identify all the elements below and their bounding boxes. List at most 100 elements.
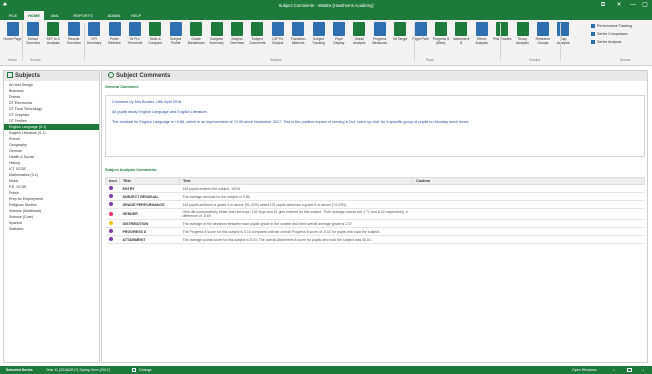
ribbon-button-23[interactable]: Ethnic Analysis bbox=[472, 22, 491, 56]
row-custom[interactable] bbox=[412, 200, 645, 209]
row-custom[interactable] bbox=[412, 227, 645, 236]
subjects-list-icon bbox=[7, 72, 13, 78]
general-comment-line: All pupils study English Language and En… bbox=[112, 110, 208, 114]
row-text: Girls did comparatively better than the … bbox=[179, 208, 413, 220]
subject-comments-header: Subject Comments bbox=[102, 71, 647, 81]
column-header-title[interactable]: Title bbox=[119, 177, 180, 185]
forward-arrow-icon[interactable]: → bbox=[640, 366, 645, 374]
group-label-pupil: Pupil bbox=[426, 58, 434, 62]
row-text: 149 pupils achieved a grade 4 or above (… bbox=[179, 200, 413, 209]
ribbon-button-label: Probe Release bbox=[108, 37, 121, 45]
close-window-button[interactable]: ✕ bbox=[612, 1, 626, 10]
row-custom[interactable] bbox=[412, 219, 645, 228]
subject-comments-panel: Subject Comments General Comment: Commen… bbox=[101, 70, 648, 363]
window-switch-icon[interactable] bbox=[627, 368, 632, 372]
ribbon-button-6[interactable]: Bi Pro Threshold bbox=[125, 22, 144, 56]
table-row[interactable]: ATTAINMENT The average points score for t… bbox=[105, 235, 645, 244]
ribbon-button-3[interactable]: Results Overview bbox=[64, 22, 83, 56]
ribbon-button-5[interactable]: Probe Release bbox=[105, 22, 124, 56]
ribbon-button-label: LSP Ex Subject bbox=[272, 37, 284, 45]
ribbon-button-icon bbox=[6, 22, 19, 36]
ribbon-button-18[interactable]: Progress Measures bbox=[370, 22, 389, 56]
tab-aml[interactable]: AML bbox=[48, 11, 62, 20]
ribbon-button-label: Results Overview bbox=[66, 37, 81, 45]
row-title: ATTAINMENT bbox=[119, 235, 180, 244]
back-arrow-icon[interactable]: ← bbox=[612, 366, 617, 374]
subject-list-item[interactable]: Statistics bbox=[4, 226, 99, 232]
analysis-comments-table: Icon Title Text Custom ENTRY 163 pupils e… bbox=[105, 177, 645, 244]
tab-admin[interactable]: ADMIN bbox=[104, 11, 124, 20]
ribbon-button-21[interactable]: Progress 8 (Beta) bbox=[431, 22, 450, 56]
ribbon-button-1[interactable]: School Overview bbox=[23, 22, 42, 56]
row-custom[interactable] bbox=[412, 184, 645, 193]
change-series-link[interactable]: Change bbox=[139, 366, 152, 374]
ribbon-button-icon bbox=[414, 22, 427, 36]
general-comment-box[interactable]: Comment by Mrs Booker, 18th April 2018. … bbox=[105, 95, 645, 157]
column-header-custom[interactable]: Custom bbox=[412, 177, 645, 185]
subjects-panel-header: Subjects bbox=[4, 71, 99, 81]
restore-window-button[interactable]: ⧉ bbox=[596, 1, 610, 10]
ribbon-button-10[interactable]: Subjects Summary bbox=[207, 22, 226, 56]
row-text: The Progress 8 score for this subject is… bbox=[179, 227, 413, 236]
ribbon-button-19[interactable]: VA Target bbox=[391, 22, 410, 56]
ribbon-button-24[interactable]: Pink Grades bbox=[493, 22, 512, 56]
ribbon-button-icon bbox=[251, 22, 264, 36]
series-analysis-link[interactable]: Series Analysis bbox=[591, 40, 621, 45]
ribbon-button-8[interactable]: Subject Profile bbox=[166, 22, 185, 56]
row-icon-cell bbox=[105, 184, 120, 193]
ribbon-button-icon bbox=[516, 22, 529, 36]
maximize-window-button[interactable]: ▢ bbox=[638, 1, 652, 10]
row-custom[interactable] bbox=[412, 235, 645, 244]
table-row[interactable]: DISTRIBUTION The average of the deviation… bbox=[105, 219, 645, 228]
ribbon-button-label: Subjects Summary bbox=[209, 37, 224, 45]
ribbon-button-12[interactable]: Subject Comments bbox=[248, 22, 267, 56]
ribbon-button-icon bbox=[292, 22, 305, 36]
ribbon-toolbar: Home School Subject Pupil Groups Scores … bbox=[0, 20, 652, 66]
ribbon-button-11[interactable]: Subject Overview bbox=[227, 22, 246, 56]
table-row[interactable]: SUBJECT RESIDUAL The average residual for… bbox=[105, 192, 645, 201]
status-dot-icon bbox=[108, 221, 113, 225]
ribbon-button-25[interactable]: Group Analysis bbox=[513, 22, 532, 56]
tab-help[interactable]: HELP bbox=[128, 11, 144, 20]
ribbon-button-icon bbox=[108, 22, 121, 36]
ribbon-button-icon bbox=[536, 22, 549, 36]
row-custom[interactable] bbox=[412, 192, 645, 201]
row-text: 163 pupils entered the subject, 100%. bbox=[179, 184, 413, 193]
column-header-text[interactable]: Text bbox=[179, 177, 413, 185]
ribbon-button-2[interactable]: SKT to C Analysis bbox=[44, 22, 63, 56]
tab-reports[interactable]: REPORTS bbox=[70, 11, 96, 20]
row-text: The average of the deviation between eac… bbox=[179, 219, 413, 228]
ribbon-button-17[interactable]: Grade Analysis bbox=[350, 22, 369, 56]
table-row[interactable]: GRADE PERFORMANCE 149 pupils achieved a g… bbox=[105, 200, 645, 209]
status-bar: Selected Series Year 11 (2016/2017) Spri… bbox=[0, 366, 652, 374]
ribbon-button-7[interactable]: Stats & Compare bbox=[146, 22, 165, 56]
ribbon-button-22[interactable]: Attainment 8 bbox=[452, 22, 471, 56]
column-header-icon[interactable]: Icon bbox=[105, 177, 120, 185]
ribbon-button-14[interactable]: Transition Matrices bbox=[289, 22, 308, 56]
table-row[interactable]: ENTRY 163 pupils entered the subject, 100… bbox=[105, 184, 645, 193]
tab-file[interactable]: FILE bbox=[6, 11, 20, 20]
ribbon-button-27[interactable]: Gap Analysis bbox=[554, 22, 573, 56]
ribbon-button-0[interactable]: Home Page bbox=[3, 22, 22, 56]
ribbon-button-9[interactable]: Grade Breakdown bbox=[187, 22, 206, 56]
status-dot-icon bbox=[108, 237, 113, 241]
tab-home[interactable]: HOME bbox=[24, 11, 44, 20]
status-dot-icon bbox=[108, 229, 113, 233]
row-custom[interactable] bbox=[412, 208, 645, 220]
ribbon-button-13[interactable]: LSP Ex Subject bbox=[268, 22, 287, 56]
ribbon-button-icon bbox=[496, 22, 509, 36]
performance-tracking-link[interactable]: Performance Tracking bbox=[591, 24, 632, 29]
ribbon-button-label: VA Target bbox=[392, 37, 408, 41]
ribbon-button-4[interactable]: KPI Summary bbox=[85, 22, 104, 56]
page-title: Subject Comments bbox=[116, 73, 171, 79]
table-row[interactable]: GENDER Girls did comparatively better tha… bbox=[105, 208, 645, 220]
ribbon-button-15[interactable]: Subject Tracking bbox=[309, 22, 328, 56]
ribbon-button-16[interactable]: Pupil Display bbox=[329, 22, 348, 56]
general-comment-line: The residual for English Language is +0.… bbox=[112, 120, 470, 124]
ribbon-button-icon bbox=[271, 22, 284, 36]
ribbon-button-label: Grade Breakdown bbox=[187, 37, 205, 45]
ribbon-button-label: Stats & Compare bbox=[148, 37, 163, 45]
series-comparison-link[interactable]: Series Comparison bbox=[591, 32, 628, 37]
ribbon-button-26[interactable]: Research Groups bbox=[533, 22, 552, 56]
table-row[interactable]: PROGRESS 8 The Progress 8 score for this … bbox=[105, 227, 645, 236]
